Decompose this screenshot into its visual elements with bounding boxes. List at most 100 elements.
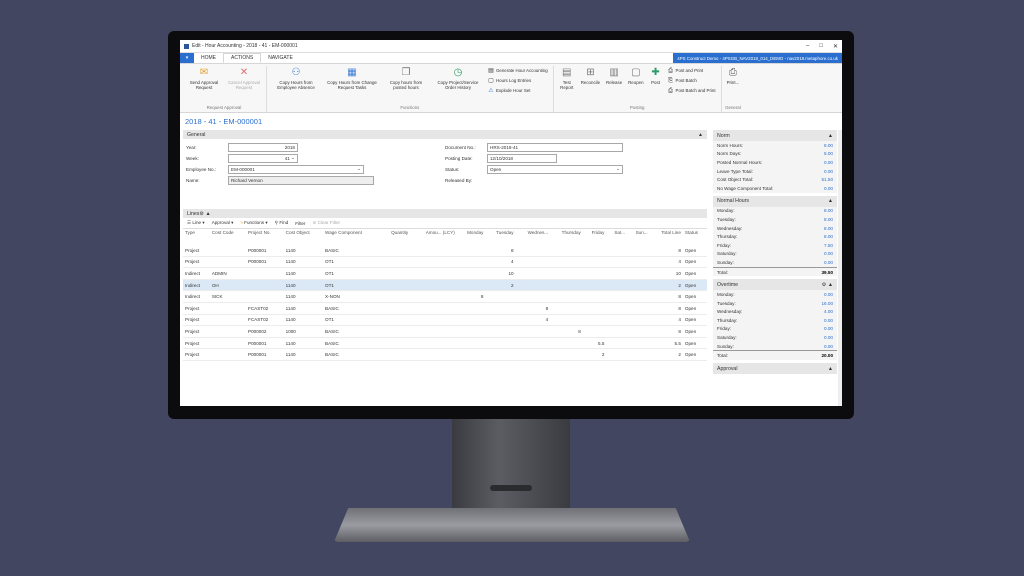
table-cell[interactable]	[380, 314, 411, 327]
factbox-value[interactable]: 51.50	[822, 177, 834, 182]
table-cell[interactable]: 4	[515, 314, 551, 327]
table-cell[interactable]: 5.5	[649, 337, 683, 350]
table-cell[interactable]	[627, 290, 650, 303]
table-cell[interactable]	[456, 245, 486, 257]
factbox-value[interactable]: 8.00	[824, 143, 833, 148]
table-cell[interactable]	[456, 302, 486, 315]
table-cell[interactable]: BASIC	[323, 325, 381, 338]
table-cell[interactable]: 8	[649, 245, 683, 257]
table-cell[interactable]	[606, 314, 628, 327]
factbox-value[interactable]: 8.00	[824, 217, 833, 222]
column-header[interactable]: Thursday	[550, 229, 583, 245]
table-cell[interactable]: P000001	[246, 348, 284, 361]
table-cell[interactable]	[627, 302, 650, 315]
post-batch-print-button[interactable]: ⎙ Post Batch and Print	[668, 86, 715, 95]
factbox-value[interactable]: 8.00	[824, 226, 833, 231]
table-cell[interactable]	[485, 348, 516, 361]
factbox-value[interactable]: 0.00	[824, 186, 833, 191]
table-cell[interactable]	[246, 267, 284, 280]
table-row[interactable]: Project FCAST02 1140 BASIC 8 8 Open	[183, 302, 707, 315]
collapse-icon[interactable]: ▲	[698, 132, 703, 138]
table-cell[interactable]: 2	[649, 279, 683, 292]
factbox-value[interactable]: 0.00	[824, 344, 833, 349]
table-cell[interactable]	[456, 256, 486, 269]
table-cell[interactable]: BASIC	[323, 337, 381, 350]
table-cell[interactable]: Open	[682, 302, 707, 315]
table-cell[interactable]	[606, 245, 628, 257]
table-cell[interactable]: 1140	[283, 348, 324, 361]
table-cell[interactable]: P000001	[246, 256, 284, 269]
table-cell[interactable]: 8	[649, 325, 683, 338]
table-cell[interactable]	[627, 267, 650, 280]
table-cell[interactable]	[550, 348, 583, 361]
scrollbar[interactable]	[838, 130, 842, 406]
table-cell[interactable]	[515, 325, 551, 338]
table-cell[interactable]: 1140	[283, 290, 324, 303]
table-cell[interactable]: P000001	[246, 337, 284, 350]
column-header[interactable]: Cost Code	[210, 229, 246, 245]
print-button[interactable]: ⎙ Print...	[724, 66, 743, 105]
factbox-value[interactable]: 4.00	[824, 309, 833, 314]
table-cell[interactable]	[485, 302, 516, 315]
post-print-button[interactable]: ⎙ Post and Print	[668, 66, 716, 75]
generate-hour-button[interactable]: ▤ Generate Hour Accounting	[488, 66, 548, 75]
company-badge[interactable]: 4PS Construct Demo - 4PSGB_NAV2018_014_D…	[673, 53, 842, 63]
send-approval-button[interactable]: ✉ Send Approval Request	[184, 66, 224, 105]
table-cell[interactable]	[410, 256, 457, 269]
table-row[interactable]: Indirect OH 1140 OT1 2 2 Open	[183, 279, 707, 292]
table-cell[interactable]	[380, 325, 411, 338]
table-cell[interactable]	[606, 337, 628, 350]
document-field[interactable]: HRS-2018-41	[487, 142, 623, 152]
table-cell[interactable]	[410, 279, 457, 292]
table-cell[interactable]	[410, 325, 457, 338]
table-cell[interactable]	[627, 314, 650, 327]
table-cell[interactable]	[582, 325, 607, 338]
table-row[interactable]: Project P000001 1140 BASIC 2 2 Open	[183, 348, 707, 361]
reconcile-button[interactable]: ⊞ Reconcile	[578, 66, 603, 105]
table-cell[interactable]: 8	[550, 325, 583, 338]
table-cell[interactable]	[485, 325, 516, 338]
table-cell[interactable]: Open	[682, 348, 707, 361]
table-cell[interactable]: Open	[682, 245, 707, 257]
factbox-value[interactable]: 5.00	[824, 151, 833, 156]
table-cell[interactable]	[515, 290, 551, 303]
cancel-approval-button[interactable]: ✕ Cancel Approval Request	[224, 66, 264, 105]
table-cell[interactable]: 2	[485, 279, 516, 292]
table-cell[interactable]: 1140	[283, 337, 324, 350]
table-cell[interactable]: 1000	[283, 325, 324, 338]
factbox-value[interactable]: 0.00	[824, 292, 833, 297]
table-cell[interactable]	[485, 314, 516, 327]
table-cell[interactable]: Indirect	[183, 267, 210, 280]
table-cell[interactable]	[209, 325, 247, 338]
table-cell[interactable]: 8	[649, 290, 683, 303]
table-cell[interactable]	[606, 267, 628, 280]
table-row[interactable]: Indirect SICK 1140 X-NON 8 8 Open	[183, 290, 707, 303]
table-cell[interactable]: Project	[183, 245, 210, 257]
week-field[interactable]: 41 ⌄	[228, 153, 298, 163]
table-cell[interactable]	[380, 290, 411, 303]
table-cell[interactable]	[410, 245, 457, 257]
table-cell[interactable]	[380, 302, 411, 315]
table-row[interactable]: Indirect ADMIN 1140 OT1 10 10 Open	[183, 267, 707, 280]
release-button[interactable]: ▥ Release	[603, 66, 625, 105]
approval-menu[interactable]: Approval ▾	[212, 220, 234, 226]
table-cell[interactable]: Open	[682, 279, 707, 292]
table-cell[interactable]	[209, 302, 247, 315]
table-cell[interactable]	[515, 245, 551, 257]
table-cell[interactable]	[550, 267, 583, 280]
column-header[interactable]: Monday	[457, 229, 486, 245]
table-cell[interactable]	[582, 256, 607, 269]
tab-actions[interactable]: ACTIONS	[223, 53, 262, 63]
line-menu[interactable]: ☰ Line ▾	[187, 220, 205, 226]
table-cell[interactable]: 5.5	[582, 337, 607, 350]
column-header[interactable]: Project No.	[246, 229, 284, 245]
table-cell[interactable]: 8	[485, 245, 516, 257]
table-cell[interactable]	[456, 314, 486, 327]
table-cell[interactable]: 8	[649, 302, 683, 315]
table-cell[interactable]: FCAST02	[246, 314, 284, 327]
table-cell[interactable]	[606, 279, 628, 292]
collapse-icon[interactable]: ▲	[828, 133, 833, 139]
close-icon[interactable]: ✕	[833, 43, 838, 50]
factbox-value[interactable]: 0.00	[824, 169, 833, 174]
table-cell[interactable]	[515, 348, 551, 361]
